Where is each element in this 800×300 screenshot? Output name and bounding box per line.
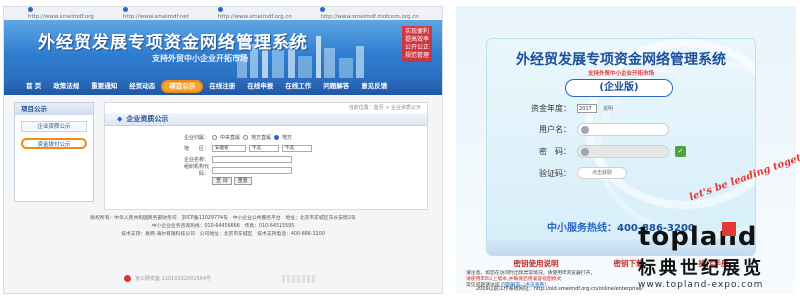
globe-icon: [28, 7, 33, 12]
password-input[interactable]: [577, 145, 669, 158]
company-label: 企业名称：: [183, 156, 209, 163]
record-number[interactable]: 京公网安备 11010102001564号: [135, 275, 211, 282]
captcha-field: 验证码： 点击获取: [529, 167, 627, 179]
legacy-portal-screenshot: http://www.smeimdf.org http://www.smeimd…: [3, 6, 443, 294]
sidebar-title: 项目公示: [15, 103, 93, 115]
nav-register[interactable]: 在线注册: [203, 80, 241, 93]
footer-tech-support: 技术支持：易商-海尔有限科技公司 公司地址：北京市东城区 技术支持电话：400-…: [121, 232, 325, 237]
username-label: 用户名：: [539, 125, 571, 134]
radio-central[interactable]: [212, 134, 217, 140]
key-instructions-link[interactable]: 密钥使用说明: [514, 258, 559, 269]
banner-slogan: 实现便利 提高效率 公开公正 规范管理: [402, 26, 432, 62]
year-field: 资金年度： 2017 说明: [529, 103, 613, 114]
region-label: 地 区：: [183, 145, 209, 152]
level-label: 企业归属：: [183, 134, 209, 141]
nav-faq[interactable]: 问题解答: [317, 80, 355, 93]
lock-icon[interactable]: ✓: [675, 146, 686, 157]
nav-project-publicity[interactable]: 项目公示: [161, 80, 204, 93]
site-footer: 版权所有：中华人民共和国商务部财务司 京ICP备11029774号 中小企业公共…: [4, 211, 442, 263]
nav-home[interactable]: 首 页: [20, 80, 47, 93]
radio-local-direct-label: 地方直属: [251, 134, 272, 141]
org-code-input[interactable]: [212, 166, 292, 174]
password-field: 密 码： ✓: [529, 145, 686, 158]
banner-title: 外经贸发展专项资金网络管理系统: [38, 33, 308, 53]
user-icon: [581, 126, 589, 134]
globe-icon: [122, 7, 128, 12]
radio-local[interactable]: [274, 134, 280, 140]
radio-local-label: 地方: [282, 134, 293, 141]
url-link-4[interactable]: http://www.smeimdf.mofcom.org.cn: [320, 7, 420, 20]
nav-notices[interactable]: 重要通知: [85, 80, 123, 93]
nav-apply[interactable]: 在线申报: [241, 80, 279, 93]
county-select[interactable]: 不选: [282, 144, 312, 152]
nav-policy[interactable]: 政策法规: [47, 80, 85, 93]
sidebar-item-qualification[interactable]: 企业资质公示: [21, 121, 87, 132]
company-name-input[interactable]: [212, 155, 292, 163]
blurred-logo: [282, 275, 316, 283]
footer-copyright: 版权所有：中华人民共和国商务部财务司 京ICP备11029774号 中小企业公共…: [90, 216, 356, 221]
banner-subtitle: 支持外贸中小企业开拓市场: [152, 54, 248, 63]
legacy-url-footer[interactable]: 2009以前工作系统网址：http://old.smeimdf.org.cn/o…: [476, 285, 643, 292]
main-nav: 首 页 政策法规 重要通知 经贸动态 项目公示 在线注册 在线申报 在线工作 问…: [4, 78, 442, 95]
radio-local-direct[interactable]: [243, 134, 249, 140]
nav-feedback[interactable]: 意见反馈: [355, 80, 393, 93]
brand-mark-icon: [722, 222, 736, 236]
form-buttons: 查 询 重置: [212, 177, 427, 185]
hotline-label: 中小服务热线：: [547, 223, 617, 234]
footer-hotline: 中小企业业务咨询热线：010-64456666 传真：010-64515595: [151, 224, 295, 229]
year-select[interactable]: 2017: [577, 104, 597, 113]
footer-record: 京公网安备 11010102001564号: [4, 269, 442, 287]
sidebar: 项目公示 企业资质公示 资金拨付公示: [14, 102, 94, 202]
globe-icon: [217, 7, 223, 12]
company-row: 企业名称：: [175, 154, 427, 164]
nav-news[interactable]: 经贸动态: [123, 80, 161, 93]
police-badge-icon: [124, 274, 131, 282]
watermark-brand-cn: 标典世纪展览: [638, 258, 764, 279]
code-label: 组织机构代码：: [183, 164, 209, 177]
captcha-input[interactable]: 点击获取: [577, 167, 627, 179]
site-banner: 外经贸发展专项资金网络管理系统 支持外贸中小企业开拓市场 实现便利 提高效率 公…: [4, 20, 442, 78]
main-panel: 当前位置：首页 > 企业资质公示 ◆ 企业资质公示 企业归属： 中央直属 地方直属…: [104, 102, 428, 210]
region-row: 地 区： 安徽省 不选 不选: [175, 143, 427, 153]
username-field: 用户名：: [529, 123, 669, 136]
page-title-text: 企业资质公示: [126, 115, 169, 123]
sidebar-item-fund-allocation[interactable]: 资金拨付公示: [21, 138, 87, 149]
login-subtitle: 支持外贸中小企业开拓市场: [587, 71, 654, 77]
watermark-url: www.topland-expo.com: [638, 280, 764, 290]
captcha-label: 验证码：: [539, 168, 571, 178]
login-title: 外经贸发展专项资金网络管理系统: [516, 52, 726, 68]
watermark-brand: topland: [638, 222, 758, 252]
province-select[interactable]: 安徽省: [212, 144, 246, 152]
level-row: 企业归属： 中央直属 地方直属 地方: [175, 132, 427, 142]
radio-central-label: 中央直属: [220, 134, 241, 141]
query-button[interactable]: 查 询: [212, 177, 232, 185]
edition-badge: (企业版): [565, 79, 673, 97]
key-icon: [581, 148, 589, 156]
page-title: ◆ 企业资质公示: [105, 113, 427, 126]
arrow-icon: ◆: [117, 115, 123, 123]
year-label: 资金年度：: [531, 104, 571, 113]
password-label: 密 码：: [539, 147, 571, 156]
nav-online-work[interactable]: 在线工作: [279, 80, 317, 93]
globe-icon: [320, 7, 326, 12]
url-link-3[interactable]: http://www.smeimdf.org.cn: [217, 7, 295, 20]
username-input[interactable]: [577, 123, 669, 136]
code-row: 组织机构代码：: [175, 164, 427, 177]
search-form: 企业归属： 中央直属 地方直属 地方 地 区： 安徽省 不选 不选 企业名称： …: [105, 126, 427, 185]
content-area: 项目公示 企业资质公示 资金拨付公示 当前位置：首页 > 企业资质公示 ◆ 企业资…: [4, 97, 442, 293]
breadcrumb: 当前位置：首页 > 企业资质公示: [348, 105, 421, 111]
url-bar: http://www.smeimdf.org http://www.smeimd…: [4, 7, 442, 20]
reset-button[interactable]: 重置: [233, 177, 252, 185]
url-link-2[interactable]: http://www.smeimdf.net: [122, 7, 192, 20]
year-note: 说明: [603, 106, 614, 112]
city-select[interactable]: 不选: [249, 144, 279, 152]
url-link-1[interactable]: http://www.smeimdf.org: [28, 7, 97, 20]
